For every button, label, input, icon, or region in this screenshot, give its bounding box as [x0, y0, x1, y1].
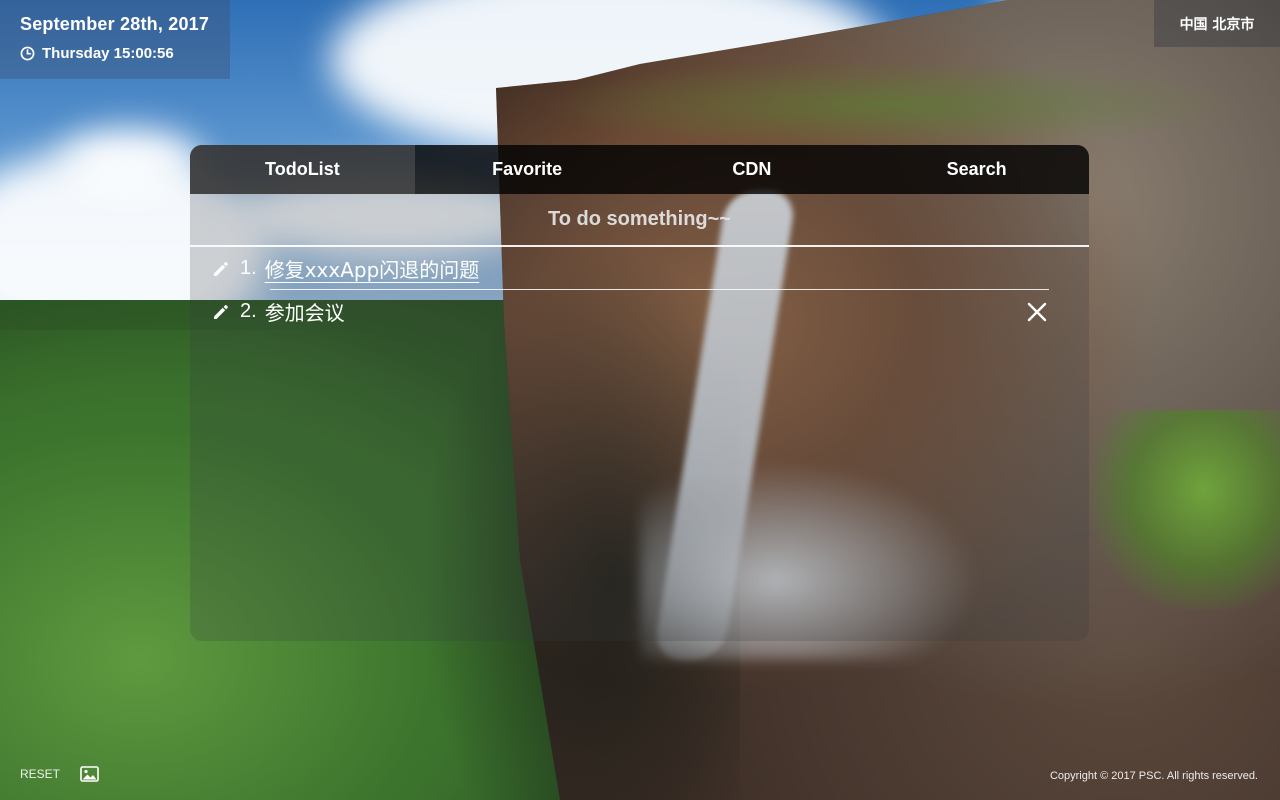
tab-bar: TodoList Favorite CDN Search [190, 145, 1089, 194]
item-number: 1. [240, 257, 257, 279]
pencil-icon[interactable] [210, 258, 232, 280]
pencil-icon[interactable] [210, 301, 232, 323]
tab-todolist[interactable]: TodoList [190, 145, 415, 194]
current-time: Thursday 15:00:56 [20, 45, 210, 62]
copyright-text: Copyright © 2017 PSC. All rights reserve… [1049, 770, 1258, 782]
todo-text: 参加会议 [264, 301, 345, 325]
item-number: 2. [240, 300, 257, 322]
todo-text[interactable]: 修复xxxApp闪退的问题 [265, 254, 480, 283]
tab-search[interactable]: Search [864, 145, 1089, 194]
datetime-widget: September 28th, 2017 Thursday 15:00:56 [0, 0, 230, 79]
tab-favorite[interactable]: Favorite [415, 145, 640, 194]
todo-heading: To do something~~ [190, 194, 1089, 247]
reset-button[interactable]: RESET [20, 767, 60, 781]
list-item: 1. 修复xxxApp闪退的问题 [210, 247, 1069, 290]
todo-list: 1. 修复xxxApp闪退的问题 2. 参加会议 [190, 247, 1089, 333]
tab-cdn[interactable]: CDN [640, 145, 865, 194]
current-date: September 28th, 2017 [20, 14, 210, 34]
list-item: 2. 参加会议 [210, 290, 1069, 333]
time-text: Thursday 15:00:56 [42, 45, 174, 62]
clock-icon [20, 46, 35, 61]
image-icon[interactable] [80, 766, 99, 782]
main-panel: TodoList Favorite CDN Search To do somet… [190, 145, 1089, 641]
location-label: 中国 北京市 [1154, 0, 1280, 47]
close-icon[interactable] [1025, 300, 1049, 324]
